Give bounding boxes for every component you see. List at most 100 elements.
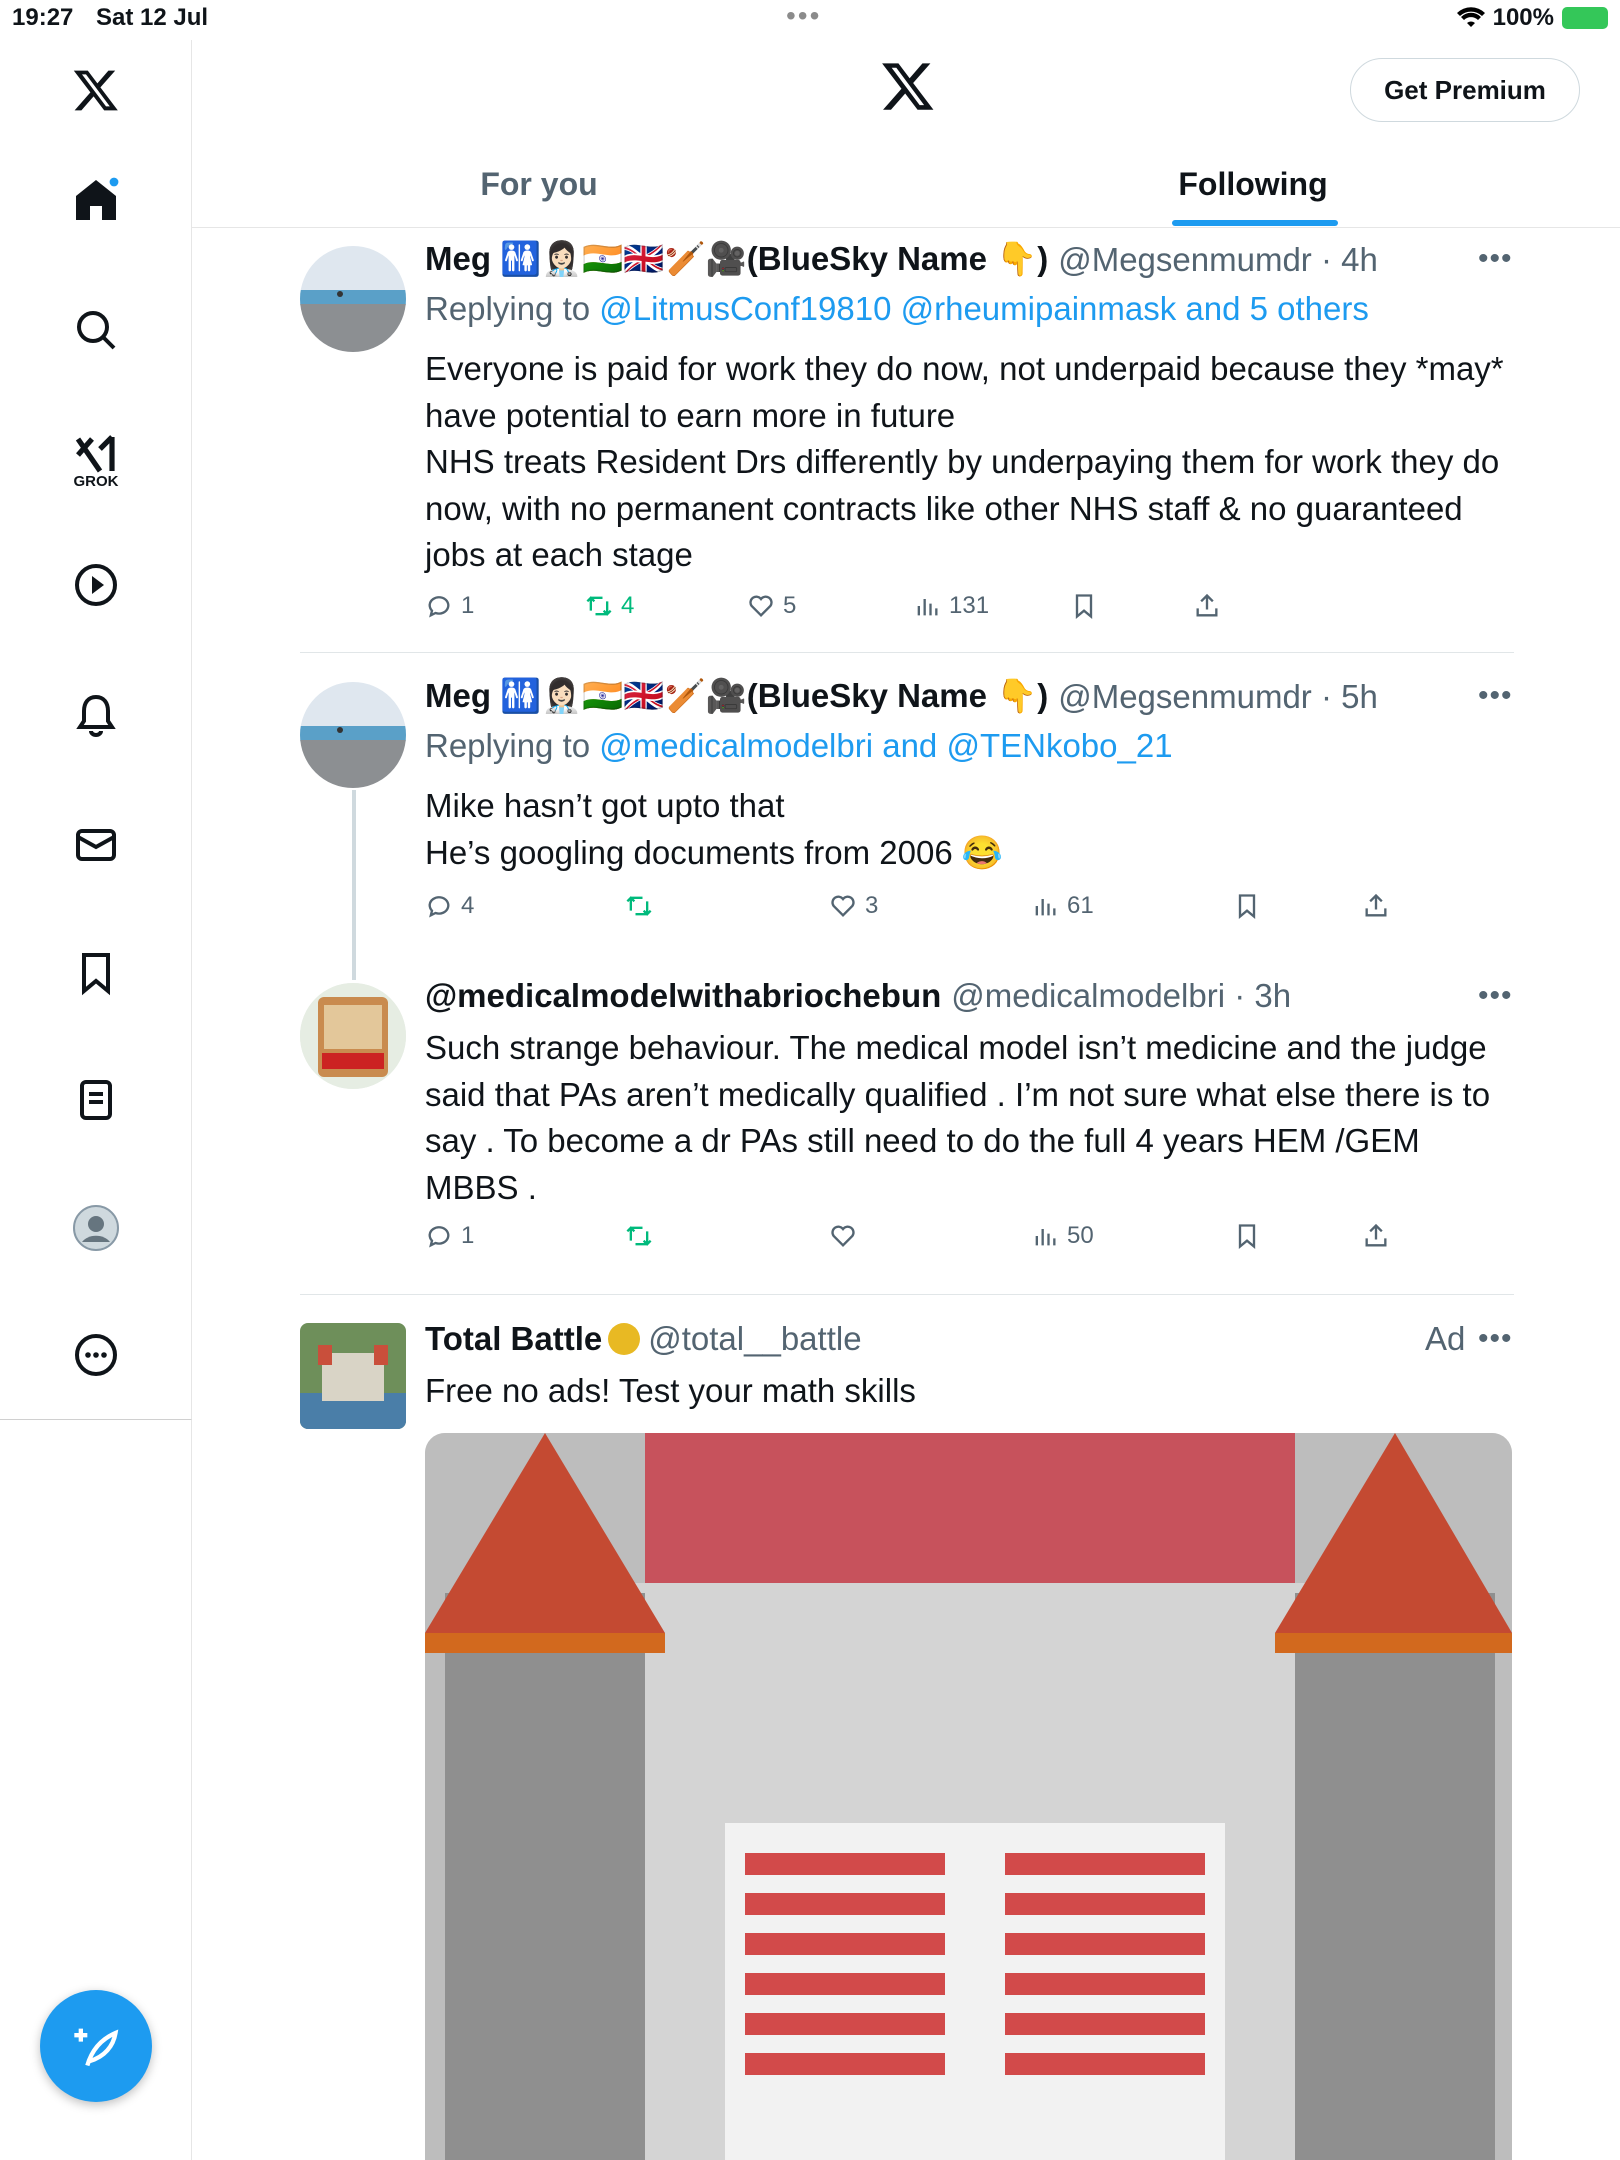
search-icon bbox=[77, 311, 116, 350]
grok-label: GROK bbox=[73, 473, 119, 490]
bell-icon bbox=[76, 694, 116, 737]
notifications-nav[interactable] bbox=[0, 675, 192, 755]
like-button[interactable]: 5 bbox=[747, 592, 796, 620]
more-circle-icon bbox=[75, 1334, 117, 1376]
x-logo-icon[interactable] bbox=[0, 50, 192, 130]
reply-count: 4 bbox=[461, 892, 475, 919]
tweet-text: Such strange behaviour. The medical mode… bbox=[425, 1029, 1491, 1206]
bookmark-button[interactable] bbox=[1070, 592, 1098, 620]
status-right: 100% bbox=[1456, 4, 1608, 32]
sidebar-border bbox=[191, 1420, 192, 2160]
author-name[interactable]: Total Battle bbox=[425, 1320, 602, 1358]
ad-media-image[interactable] bbox=[425, 1433, 1512, 2160]
tab-for-you[interactable]: For you bbox=[192, 140, 886, 228]
author-handle[interactable]: @total__battle bbox=[648, 1320, 861, 1358]
tweet-header: Meg 🚻👩🏻‍⚕️🇮🇳🇬🇧🏏🎥(BlueSky Name 👇) @Megsen… bbox=[425, 677, 1378, 716]
compose-post-button[interactable] bbox=[40, 1990, 152, 2102]
like-count: 3 bbox=[865, 892, 879, 919]
author-handle[interactable]: @Megsenmumdr · 5h bbox=[1058, 678, 1378, 716]
tweet-actions: 4 3 61 bbox=[425, 892, 1525, 932]
bookmark-icon bbox=[1238, 894, 1256, 919]
bookmarks-nav[interactable] bbox=[0, 933, 192, 1013]
avatar[interactable] bbox=[300, 682, 406, 788]
thread-line bbox=[352, 790, 356, 980]
video-nav[interactable] bbox=[0, 545, 192, 625]
bookmark-icon bbox=[1238, 1224, 1256, 1249]
author-name[interactable]: Meg 🚻👩🏻‍⚕️🇮🇳🇬🇧🏏🎥(BlueSky Name 👇) bbox=[425, 240, 1048, 279]
active-tab-indicator bbox=[1172, 220, 1338, 226]
lists-nav[interactable] bbox=[0, 1060, 192, 1140]
battery-percent: 100% bbox=[1492, 4, 1554, 31]
share-icon bbox=[1365, 893, 1387, 917]
views-button[interactable]: 131 bbox=[913, 592, 989, 620]
wifi-icon bbox=[1456, 7, 1485, 28]
retweet-button[interactable]: 4 bbox=[585, 592, 634, 620]
reply-button[interactable]: 1 bbox=[425, 1222, 474, 1250]
retweet-count: 4 bbox=[621, 592, 635, 619]
more-options-icon[interactable]: ••• bbox=[1478, 242, 1513, 276]
multitasking-dots-icon[interactable]: ••• bbox=[786, 0, 821, 32]
profile-avatar-icon bbox=[73, 1205, 119, 1251]
views-icon bbox=[917, 599, 938, 616]
retweet-button[interactable] bbox=[625, 1222, 653, 1250]
home-nav[interactable] bbox=[0, 160, 192, 240]
author-handle[interactable]: @Megsenmumdr · 4h bbox=[1058, 241, 1378, 279]
like-button[interactable] bbox=[829, 1222, 857, 1250]
home-icon bbox=[76, 177, 119, 220]
replying-to: Replying to @LitmusConf19810 @rheumipain… bbox=[425, 290, 1369, 328]
like-button[interactable]: 3 bbox=[829, 892, 878, 920]
more-options-icon[interactable]: ••• bbox=[1478, 679, 1513, 713]
share-icon bbox=[1365, 1223, 1387, 1247]
status-date: Sat 12 Jul bbox=[96, 4, 209, 31]
messages-nav[interactable] bbox=[0, 805, 192, 885]
replying-to: Replying to @medicalmodelbri and @TENkob… bbox=[425, 727, 1173, 765]
share-button[interactable] bbox=[1362, 892, 1390, 920]
tweet-header: Meg 🚻👩🏻‍⚕️🇮🇳🇬🇧🏏🎥(BlueSky Name 👇) @Megsen… bbox=[425, 240, 1378, 279]
share-icon bbox=[1196, 593, 1218, 617]
profile-nav[interactable] bbox=[0, 1188, 192, 1268]
avatar[interactable] bbox=[300, 983, 406, 1089]
tweet-divider bbox=[300, 652, 1514, 653]
reply-count: 1 bbox=[461, 1222, 475, 1249]
retweet-button[interactable] bbox=[625, 892, 653, 920]
explore-nav[interactable] bbox=[0, 290, 192, 370]
replying-to-label: Replying to bbox=[425, 727, 591, 764]
tweet-header: Total Battle @total__battle bbox=[425, 1320, 862, 1358]
bookmark-button[interactable] bbox=[1233, 1222, 1261, 1250]
battery-icon bbox=[1562, 7, 1608, 29]
tab-following[interactable]: Following bbox=[886, 140, 1620, 228]
replying-to-links[interactable]: @medicalmodelbri and @TENkobo_21 bbox=[599, 727, 1172, 764]
reply-icon bbox=[428, 596, 450, 618]
tweet-text: Everyone is paid for work they do now, n… bbox=[425, 350, 1504, 573]
tweet-header: @medicalmodelwithabriochebun @medicalmod… bbox=[425, 977, 1291, 1015]
views-icon bbox=[1035, 1229, 1056, 1246]
x-header-logo-icon[interactable] bbox=[880, 58, 936, 114]
avatar[interactable] bbox=[300, 246, 406, 352]
more-options-icon[interactable]: ••• bbox=[1478, 1322, 1513, 1356]
author-name[interactable]: Meg 🚻👩🏻‍⚕️🇮🇳🇬🇧🏏🎥(BlueSky Name 👇) bbox=[425, 677, 1048, 716]
compose-feather-icon bbox=[74, 2028, 119, 2067]
get-premium-button[interactable]: Get Premium bbox=[1350, 58, 1580, 122]
share-button[interactable] bbox=[1362, 1222, 1390, 1250]
bookmark-icon bbox=[1075, 594, 1093, 619]
views-button[interactable]: 50 bbox=[1031, 1222, 1094, 1250]
views-button[interactable]: 61 bbox=[1031, 892, 1094, 920]
more-options-icon[interactable]: ••• bbox=[1478, 979, 1513, 1013]
replying-to-links[interactable]: @LitmusConf19810 @rheumipainmask and 5 o… bbox=[599, 290, 1369, 327]
grok-nav[interactable]: GROK bbox=[0, 415, 192, 495]
bookmark-button[interactable] bbox=[1233, 892, 1261, 920]
reply-button[interactable]: 4 bbox=[425, 892, 474, 920]
reply-button[interactable]: 1 bbox=[425, 592, 474, 620]
tweet-actions: 1 4 5 131 bbox=[425, 592, 1525, 632]
ad-label: Ad bbox=[1425, 1320, 1466, 1357]
retweet-icon bbox=[586, 596, 612, 616]
like-count: 5 bbox=[783, 592, 797, 619]
view-count: 50 bbox=[1067, 1222, 1094, 1249]
avatar[interactable] bbox=[300, 1323, 406, 1429]
heart-icon bbox=[749, 595, 773, 617]
more-nav[interactable] bbox=[0, 1315, 192, 1395]
share-button[interactable] bbox=[1193, 592, 1221, 620]
author-handle[interactable]: @medicalmodelbri · 3h bbox=[951, 977, 1291, 1015]
view-count: 61 bbox=[1067, 892, 1094, 919]
author-name[interactable]: @medicalmodelwithabriochebun bbox=[425, 977, 941, 1015]
